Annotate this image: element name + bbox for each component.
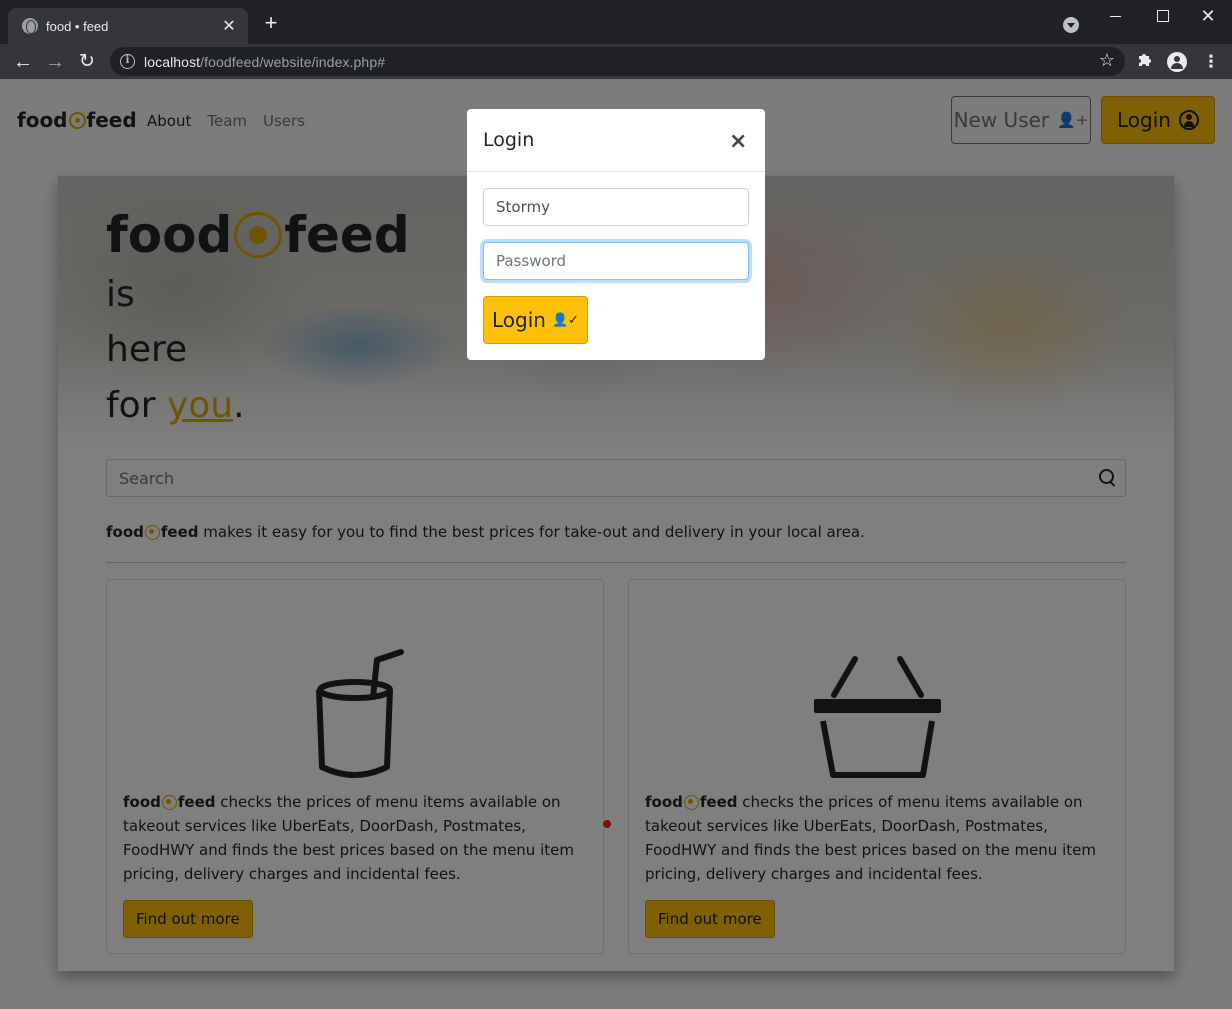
maximize-button[interactable] [1146, 6, 1178, 26]
login-submit-button[interactable]: Login 👤✓ [483, 296, 588, 344]
modal-header: Login × [467, 109, 765, 172]
globe-icon [22, 18, 38, 34]
info-icon[interactable]: i [120, 54, 135, 69]
extensions-puzzle-icon[interactable] [1134, 51, 1156, 73]
username-field[interactable] [483, 188, 749, 226]
profile-icon[interactable] [1166, 51, 1188, 73]
login-modal: Login × Login 👤✓ [467, 109, 765, 360]
back-arrow-icon[interactable]: ← [11, 50, 35, 74]
url-text[interactable]: localhost/foodfeed/website/index.php# [144, 54, 385, 70]
tab-close-icon[interactable]: ✕ [220, 16, 238, 36]
minimize-button[interactable] [1100, 6, 1132, 26]
user-check-icon: 👤✓ [551, 312, 580, 328]
browser-toolbar: ← → ↻ i localhost/foodfeed/website/index… [0, 44, 1232, 79]
browser-titlebar: food • feed ✕ + ✕ [0, 0, 1232, 44]
forward-arrow-icon[interactable]: → [43, 50, 67, 74]
browser-tab[interactable]: food • feed ✕ [8, 8, 248, 44]
modal-title: Login [483, 129, 535, 151]
address-bar[interactable]: i localhost/foodfeed/website/index.php# … [110, 47, 1125, 76]
new-tab-button[interactable]: + [258, 12, 284, 34]
bookmark-star-icon[interactable]: ☆ [1099, 50, 1115, 71]
window-close-button[interactable]: ✕ [1192, 6, 1224, 26]
tab-search-icon[interactable] [1063, 17, 1079, 33]
close-icon[interactable]: × [729, 131, 747, 153]
password-field[interactable] [483, 242, 749, 280]
tab-title: food • feed [46, 18, 109, 34]
reload-icon[interactable]: ↻ [75, 50, 99, 74]
kebab-menu-icon[interactable]: ⋮ [1200, 51, 1222, 73]
web-page: food feed About Team Users New User 👤+ L… [0, 79, 1232, 1009]
